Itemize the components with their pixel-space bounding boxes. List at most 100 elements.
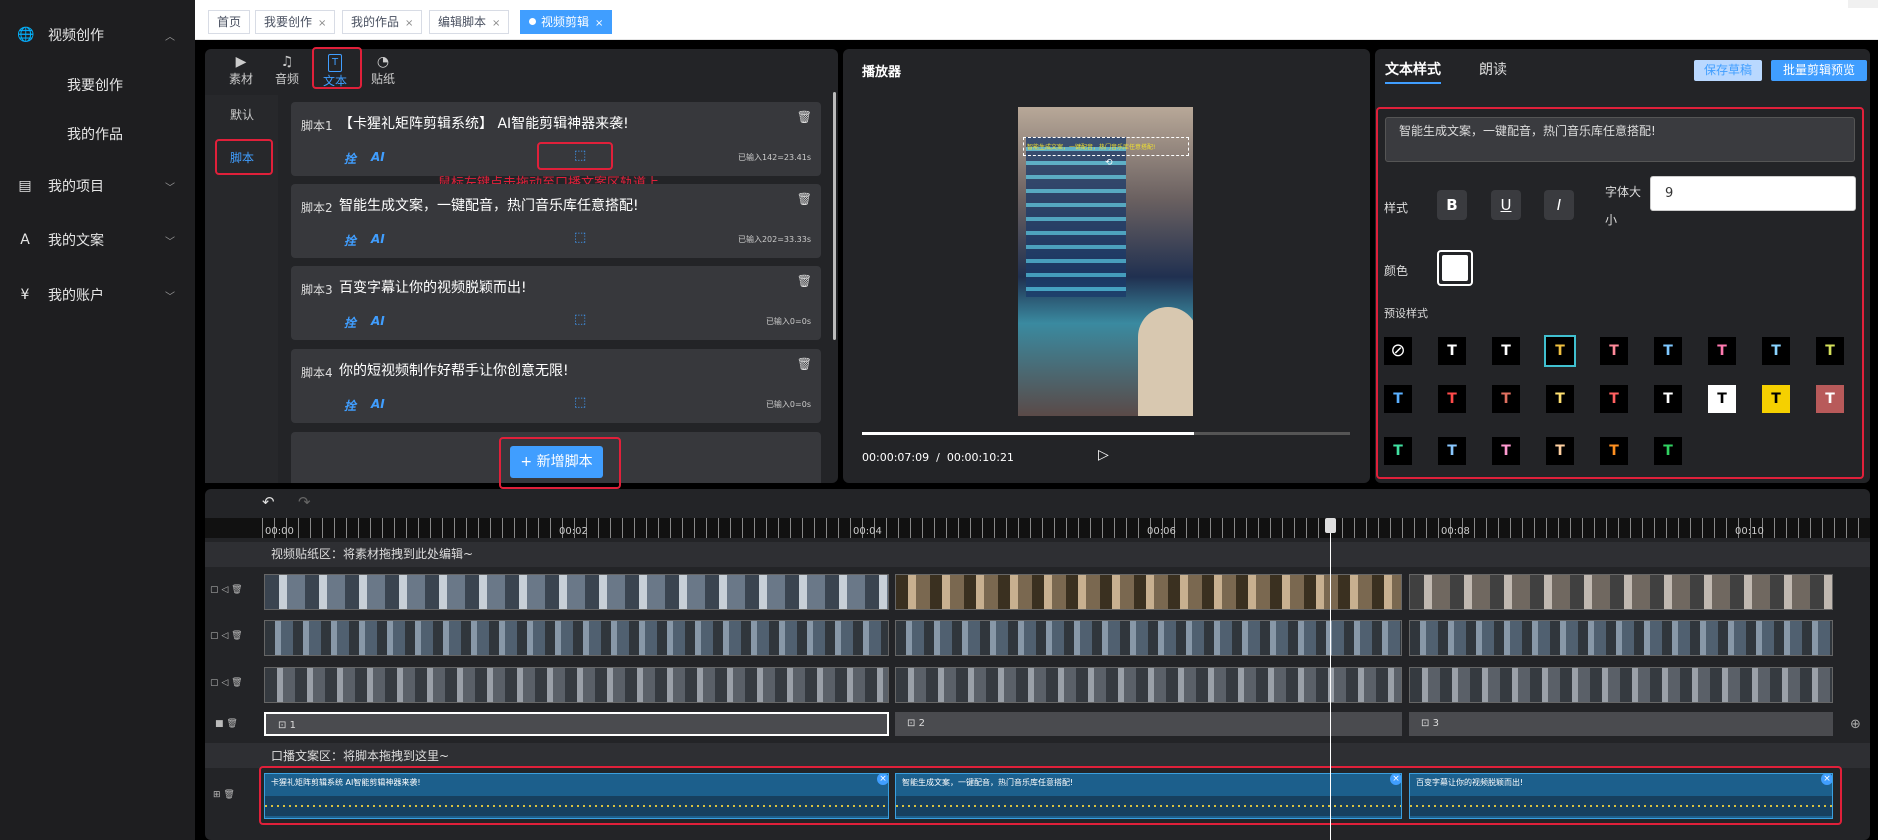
preset-none-icon[interactable]: ⊘ <box>1384 337 1412 365</box>
add-track-icon[interactable]: ⊕ <box>1850 717 1861 732</box>
video-clip-thumbs[interactable] <box>895 620 1402 656</box>
drag-handle-icon[interactable]: ⬚ <box>574 230 586 245</box>
preset-style-17[interactable]: T <box>1816 385 1844 413</box>
segment-bar[interactable]: ⊡ 3 <box>1409 712 1833 736</box>
preset-style-13[interactable]: T <box>1600 385 1628 413</box>
preset-style-18[interactable]: T <box>1384 437 1412 465</box>
tab-text-style[interactable]: 文本样式 <box>1385 59 1441 79</box>
segment-bar[interactable]: ⊡ 2 <box>895 712 1402 736</box>
preset-style-14[interactable]: T <box>1654 385 1682 413</box>
sidebar-item-projects[interactable]: ▤ 我的项目 ﹀ <box>0 171 195 201</box>
bold-button[interactable]: B <box>1437 190 1467 220</box>
preset-style-9[interactable]: T <box>1384 385 1412 413</box>
tab-material[interactable]: ▶ 素材 <box>226 54 256 87</box>
ai-button[interactable]: AI <box>371 232 385 246</box>
preset-style-10[interactable]: T <box>1438 385 1466 413</box>
ruler-tick-label: 00:02 <box>559 526 588 537</box>
playhead[interactable] <box>1324 518 1336 840</box>
preset-style-12[interactable]: T <box>1546 385 1574 413</box>
underline-button[interactable]: U <box>1491 190 1521 220</box>
script-card[interactable]: 脚本4 你的短视频制作好帮手让你创意无限! 🗑 拴 AI ⬚ 已输入0=0s <box>291 349 821 423</box>
play-icon[interactable]: ▷ <box>1098 447 1109 463</box>
drag-handle-icon[interactable]: ⬚ <box>574 395 586 410</box>
preset-style-20[interactable]: T <box>1492 437 1520 465</box>
script-card[interactable]: 脚本2 智能生成文案，一键配音，热门音乐库任意搭配! 🗑 拴 AI ⬚ 已输入2… <box>291 184 821 258</box>
segment-bar[interactable]: ⊡ 1 <box>264 712 889 736</box>
pen-icon[interactable]: 拴 <box>344 397 356 414</box>
pen-icon[interactable]: 拴 <box>344 150 356 167</box>
preset-style-15[interactable]: T <box>1708 385 1736 413</box>
video-clip-thumbs[interactable] <box>895 574 1402 610</box>
video-clip-thumbs[interactable] <box>264 667 889 703</box>
chevron-up-icon: ︿ <box>165 31 175 43</box>
preset-style-1[interactable]: T <box>1438 337 1466 365</box>
video-clip-thumbs[interactable] <box>1409 667 1833 703</box>
ai-button[interactable]: AI <box>371 150 385 164</box>
preset-style-22[interactable]: T <box>1600 437 1628 465</box>
preset-style-5[interactable]: T <box>1654 337 1682 365</box>
preset-style-6[interactable]: T <box>1708 337 1736 365</box>
track-controls[interactable]: ▢ ◁ 🗑 <box>210 585 243 595</box>
playhead-handle[interactable] <box>1324 518 1336 533</box>
tab-sticker[interactable]: ◔ 贴纸 <box>368 54 398 87</box>
close-icon[interactable]: × <box>595 18 603 29</box>
close-icon[interactable]: × <box>492 18 500 29</box>
video-clip-thumbs[interactable] <box>264 620 889 656</box>
track-controls[interactable]: ■ 🗑 <box>215 719 238 729</box>
undo-icon[interactable]: ↶ <box>262 493 275 511</box>
video-clip-thumbs[interactable] <box>264 574 889 610</box>
video-clip-thumbs[interactable] <box>1409 574 1833 610</box>
script-card[interactable]: 脚本3 百变字幕让你的视频脱颖而出! 🗑 拴 AI ⬚ 已输入0=0s <box>291 266 821 340</box>
preset-style-19[interactable]: T <box>1438 437 1466 465</box>
drag-handle-icon[interactable]: ⬚ <box>574 312 586 327</box>
sidebar-item-video-creation[interactable]: 🌐 视频创作 ︿ <box>0 20 195 50</box>
preset-style-4[interactable]: T <box>1600 337 1628 365</box>
pen-icon[interactable]: 拴 <box>344 314 356 331</box>
preset-style-7[interactable]: T <box>1762 337 1790 365</box>
trash-icon[interactable]: 🗑 <box>797 357 812 371</box>
redo-icon[interactable]: ↷ <box>298 493 311 511</box>
tab-edit-script[interactable]: 编辑脚本 × <box>429 10 510 34</box>
video-clip-thumbs[interactable] <box>895 667 1402 703</box>
sidebar-subitem-create[interactable]: 我要创作 <box>0 73 195 99</box>
preset-style-21[interactable]: T <box>1546 437 1574 465</box>
preset-style-8[interactable]: T <box>1816 337 1844 365</box>
tab-video-edit[interactable]: 视频剪辑 × <box>520 10 613 34</box>
tab-home[interactable]: 首页 <box>208 10 251 34</box>
color-swatch[interactable] <box>1437 250 1473 286</box>
preset-style-23[interactable]: T <box>1654 437 1682 465</box>
side-tab-default[interactable]: 默认 <box>230 106 254 123</box>
track-controls[interactable]: ⊞ 🗑 <box>213 790 235 800</box>
track-controls[interactable]: ▢ ◁ 🗑 <box>210 631 243 641</box>
video-clip-thumbs[interactable] <box>1409 620 1833 656</box>
close-icon[interactable]: × <box>405 18 413 29</box>
trash-icon[interactable]: 🗑 <box>797 192 812 206</box>
ai-button[interactable]: AI <box>371 397 385 411</box>
sidebar-subitem-works[interactable]: 我的作品 <box>0 122 195 148</box>
sidebar-item-copywriting[interactable]: A 我的文案 ﹀ <box>0 225 195 255</box>
preset-style-16[interactable]: T <box>1762 385 1790 413</box>
scrollbar[interactable] <box>833 92 836 340</box>
italic-button[interactable]: I <box>1544 190 1574 220</box>
batch-preview-button[interactable]: 批量剪辑预览 <box>1771 60 1867 81</box>
pen-icon[interactable]: 拴 <box>344 232 356 249</box>
ai-button[interactable]: AI <box>371 314 385 328</box>
preset-style-11[interactable]: T <box>1492 385 1520 413</box>
close-icon[interactable]: × <box>318 18 326 29</box>
trash-icon[interactable]: 🗑 <box>797 274 812 288</box>
tab-audio[interactable]: ♫ 音频 <box>272 54 302 87</box>
tab-read-aloud[interactable]: 朗读 <box>1479 59 1507 79</box>
style-label: 样式 <box>1384 201 1409 215</box>
save-draft-button[interactable]: 保存草稿 <box>1694 60 1762 81</box>
caption-textarea[interactable]: 智能生成文案，一键配音，热门音乐库任意搭配! <box>1385 117 1855 162</box>
tab-create[interactable]: 我要创作 × <box>255 10 336 34</box>
tab-works[interactable]: 我的作品 × <box>342 10 423 34</box>
trash-icon[interactable]: 🗑 <box>797 110 812 124</box>
rotate-icon[interactable]: ⟲ <box>1105 158 1113 168</box>
sidebar-item-account[interactable]: ¥ 我的账户 ﹀ <box>0 280 195 310</box>
progress-track[interactable] <box>862 432 1350 435</box>
preset-style-2[interactable]: T <box>1492 337 1520 365</box>
track-controls[interactable]: ▢ ◁ 🗑 <box>210 678 243 688</box>
preset-style-3[interactable]: T <box>1544 335 1576 367</box>
font-size-input[interactable]: 9 <box>1650 176 1856 211</box>
